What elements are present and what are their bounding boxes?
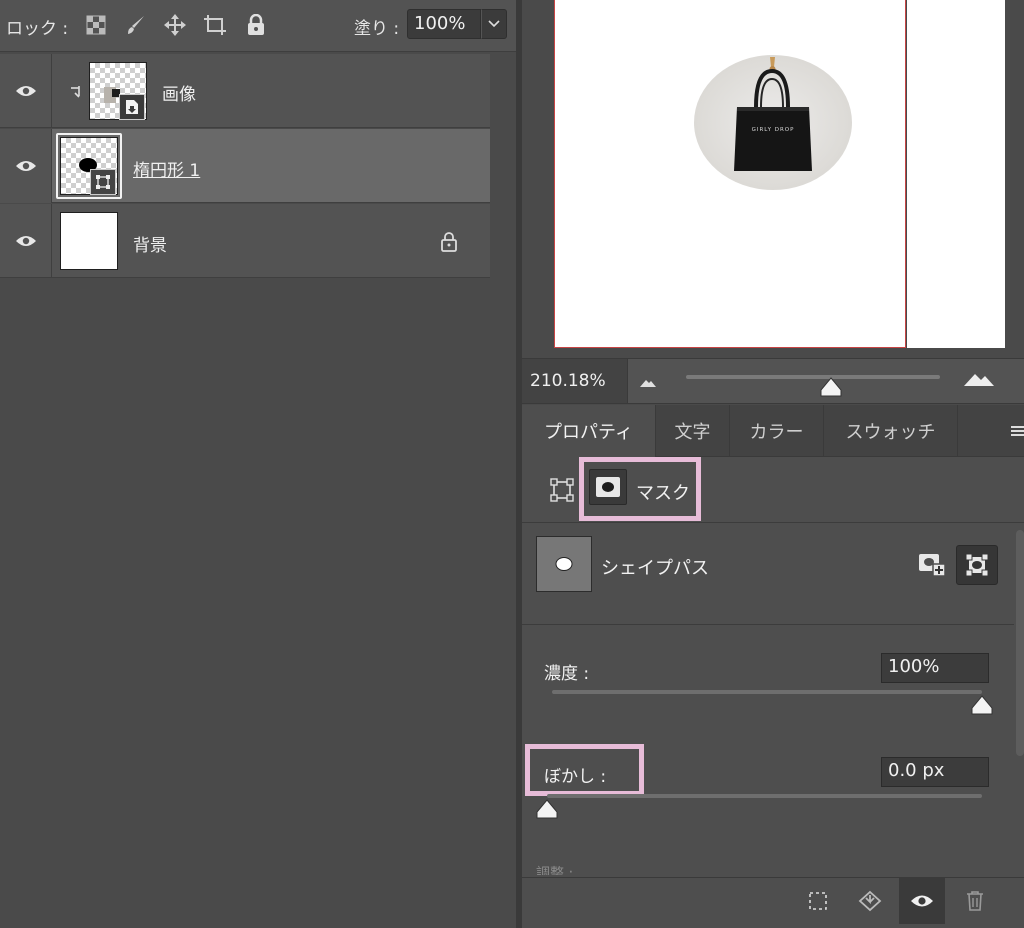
move-lock-icon[interactable]: [162, 12, 188, 38]
visibility-toggle[interactable]: [0, 129, 52, 203]
density-label: 濃度 :: [544, 664, 590, 684]
panel-menu-icon[interactable]: [1011, 423, 1024, 442]
dotted-selection-icon: [809, 892, 827, 910]
properties-mode-row: マスク: [522, 457, 1024, 523]
zoom-slider-track[interactable]: [686, 375, 940, 379]
zoom-out-button[interactable]: [639, 373, 657, 392]
layer-row-background[interactable]: 背景: [0, 204, 490, 278]
layers-panel: ロック : 塗り : 100% 画像 楕円形 1 背景: [0, 0, 516, 928]
feather-input[interactable]: 0.0 px: [881, 757, 989, 787]
panel-tabs: プロパティ 文字 カラー スウォッチ: [522, 405, 1024, 457]
eye-icon: [15, 86, 36, 96]
apply-mask-icon: [858, 890, 882, 912]
load-selection-button[interactable]: [795, 878, 841, 924]
transparency-lock-icon[interactable]: [83, 12, 109, 38]
delete-mask-button[interactable]: [952, 878, 998, 924]
padlock-icon[interactable]: [243, 12, 269, 38]
shape-properties-icon[interactable]: [550, 478, 574, 506]
large-mountain-icon: [964, 374, 994, 386]
tab-character[interactable]: 文字: [656, 405, 730, 457]
select-vector-mask-button[interactable]: [956, 545, 998, 585]
zoom-input[interactable]: 210.18%: [522, 359, 628, 403]
trash-icon: [967, 891, 983, 911]
visibility-toggle[interactable]: [0, 204, 52, 278]
artboard-lock-icon[interactable]: [202, 12, 228, 38]
layer-row-image[interactable]: 画像: [0, 54, 490, 128]
tab-properties[interactable]: プロパティ: [522, 405, 656, 457]
clip-arrow-icon: [70, 84, 82, 103]
layer-name: 画像: [162, 85, 196, 105]
mask-icon: [596, 477, 620, 497]
shape-path-thumbnail: [536, 536, 592, 592]
document-canvas-adjacent: [907, 0, 1005, 348]
feather-slider-thumb[interactable]: [536, 799, 558, 823]
shape-path-label: シェイプパス: [601, 558, 709, 579]
lock-bar: ロック : 塗り : 100%: [0, 0, 516, 52]
properties-bottom-bar: [522, 877, 1024, 928]
vector-mask-select-icon: [966, 554, 988, 576]
density-input[interactable]: 100%: [881, 653, 989, 683]
mask-label: マスク: [636, 483, 690, 504]
layer-name: 背景: [133, 236, 167, 256]
fill-label: 塗り :: [354, 19, 400, 39]
vector-mask-icon: [90, 169, 116, 195]
small-mountain-icon: [640, 380, 656, 387]
visibility-toggle[interactable]: [0, 54, 52, 128]
properties-scrollbar[interactable]: [1016, 530, 1024, 756]
zoom-slider-thumb[interactable]: [820, 377, 842, 401]
mask-mode-button[interactable]: [589, 469, 627, 505]
layer-thumbnail: [60, 212, 118, 270]
add-vector-mask-icon[interactable]: [918, 551, 946, 581]
lock-label: ロック :: [6, 19, 69, 39]
masked-photo: GIRLY DROP: [694, 55, 852, 190]
apply-mask-button[interactable]: [847, 878, 893, 924]
layer-row-ellipse[interactable]: 楕円形 1: [0, 129, 490, 203]
density-slider-thumb[interactable]: [971, 695, 993, 719]
fill-dropdown-button[interactable]: [481, 9, 507, 39]
bag-text: GIRLY DROP: [752, 127, 795, 133]
chevron-down-icon: [488, 20, 500, 28]
feather-label: ぼかし :: [544, 767, 607, 787]
brush-lock-icon[interactable]: [123, 12, 149, 38]
eye-icon: [15, 161, 36, 171]
eye-icon: [15, 236, 36, 246]
fill-input[interactable]: 100%: [407, 9, 481, 39]
layer-name: 楕円形 1: [133, 161, 201, 181]
density-slider-track[interactable]: [552, 690, 982, 694]
zoom-in-button[interactable]: [963, 371, 995, 391]
properties-panel: プロパティ 文字 カラー スウォッチ マスク シェイプパス 濃度 : 100%: [522, 405, 1024, 928]
shape-path-row: シェイプパス: [522, 523, 1014, 625]
adjust-label: 調整 :: [536, 866, 574, 875]
navigator-zoom-bar: 210.18%: [522, 358, 1024, 404]
eye-icon: [911, 895, 933, 907]
tab-color[interactable]: カラー: [730, 405, 824, 457]
padlock-icon: [440, 232, 458, 256]
feather-slider-track[interactable]: [547, 794, 982, 798]
toggle-mask-visibility-button[interactable]: [899, 878, 945, 924]
smart-object-icon: [119, 94, 145, 120]
tab-swatches[interactable]: スウォッチ: [824, 405, 958, 457]
